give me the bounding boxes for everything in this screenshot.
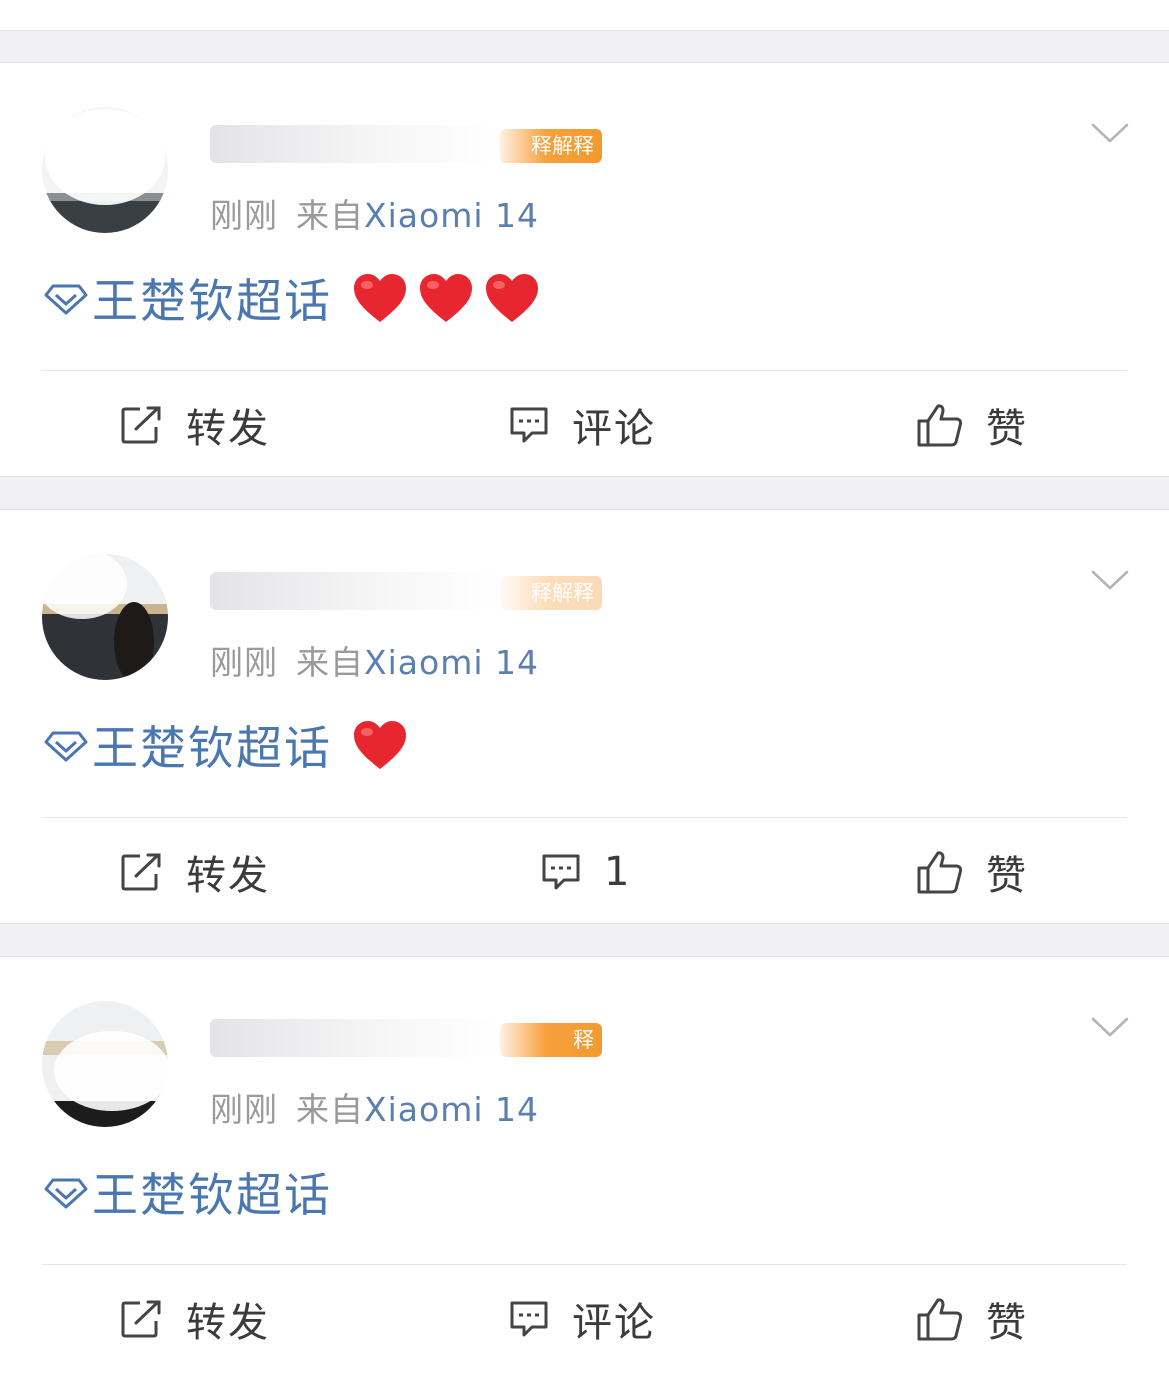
like-button[interactable]: 赞 [916, 832, 1028, 912]
post-time: 刚刚 [210, 196, 278, 235]
avatar[interactable] [42, 107, 168, 233]
post-time: 刚刚 [210, 1090, 278, 1129]
divider [42, 1264, 1127, 1265]
previous-post-footer [0, 0, 1169, 31]
avatar[interactable] [42, 554, 168, 680]
red-heart-icon [420, 274, 472, 322]
avatar-photo-icon [42, 554, 168, 680]
super-topic-link[interactable]: 王楚钦超话 [92, 712, 332, 778]
feed-post: 释 刚刚 来自Xiaomi 14 王楚钦超话 转发 评论 赞 [0, 956, 1169, 1374]
username-redacted[interactable] [210, 572, 500, 610]
super-topic-link[interactable]: 王楚钦超话 [92, 265, 332, 331]
comment-icon [510, 1301, 548, 1337]
like-button[interactable]: 赞 [916, 385, 1028, 465]
chevron-down-icon[interactable] [1090, 121, 1130, 145]
comment-label: 评论 [572, 406, 656, 452]
comment-button[interactable]: 评论 [508, 1279, 656, 1359]
device-name: Xiaomi 14 [364, 1090, 539, 1129]
like-label: 赞 [986, 1300, 1028, 1346]
member-badge: 释 [500, 1023, 602, 1057]
super-topic-diamond-icon [44, 731, 88, 762]
device-name: Xiaomi 14 [364, 196, 539, 235]
comment-count: 1 [604, 849, 632, 895]
chevron-down-icon[interactable] [1090, 1015, 1130, 1039]
repost-icon [121, 853, 161, 891]
username-redacted[interactable] [210, 1019, 500, 1057]
post-meta: 刚刚 来自Xiaomi 14 [210, 189, 539, 237]
thumbs-up-icon [917, 851, 963, 894]
device-name: Xiaomi 14 [364, 643, 539, 682]
member-badge: 释解释 [500, 129, 602, 163]
comment-label: 评论 [572, 1300, 656, 1346]
repost-icon [121, 1300, 161, 1338]
feed-post: 释解释 刚刚 来自Xiaomi 14 王楚钦超话 转发 1 赞 [0, 509, 1169, 924]
comment-button[interactable]: 评论 [508, 385, 656, 465]
thumbs-up-icon [917, 1298, 963, 1341]
heart-emojis [352, 719, 408, 771]
red-heart-icon [354, 721, 406, 769]
avatar-photo-icon [42, 107, 168, 233]
post-content: 王楚钦超话 [44, 1157, 332, 1227]
source-label: 来自 [296, 643, 364, 682]
repost-button[interactable]: 转发 [120, 385, 270, 465]
divider [42, 817, 1127, 818]
repost-label: 转发 [186, 1300, 270, 1346]
repost-label: 转发 [186, 406, 270, 452]
super-topic-link[interactable]: 王楚钦超话 [92, 1159, 332, 1225]
like-label: 赞 [986, 853, 1028, 899]
repost-icon [121, 406, 161, 444]
post-content: 王楚钦超话 [44, 263, 540, 333]
thumbs-up-icon [917, 404, 963, 447]
super-topic-diamond-icon [44, 1178, 88, 1209]
super-topic-diamond-icon [44, 284, 88, 315]
heart-emojis [352, 272, 540, 324]
feed-post: 释解释 刚刚 来自Xiaomi 14 王楚钦超话 转发 评论 赞 [0, 62, 1169, 477]
red-heart-icon [486, 274, 538, 322]
like-label: 赞 [986, 406, 1028, 452]
source-label: 来自 [296, 196, 364, 235]
post-time: 刚刚 [210, 643, 278, 682]
post-content: 王楚钦超话 [44, 710, 408, 780]
divider [42, 370, 1127, 371]
post-meta: 刚刚 来自Xiaomi 14 [210, 1083, 539, 1131]
comment-icon [510, 407, 548, 443]
repost-label: 转发 [186, 853, 270, 899]
repost-button[interactable]: 转发 [120, 1279, 270, 1359]
red-heart-icon [354, 274, 406, 322]
member-badge: 释解释 [500, 576, 602, 610]
avatar-photo-icon [42, 1001, 168, 1127]
comment-button[interactable]: 1 [540, 832, 631, 912]
avatar[interactable] [42, 1001, 168, 1127]
source-label: 来自 [296, 1090, 364, 1129]
comment-icon [542, 854, 580, 890]
username-redacted[interactable] [210, 125, 500, 163]
chevron-down-icon[interactable] [1090, 568, 1130, 592]
like-button[interactable]: 赞 [916, 1279, 1028, 1359]
repost-button[interactable]: 转发 [120, 832, 270, 912]
post-meta: 刚刚 来自Xiaomi 14 [210, 636, 539, 684]
